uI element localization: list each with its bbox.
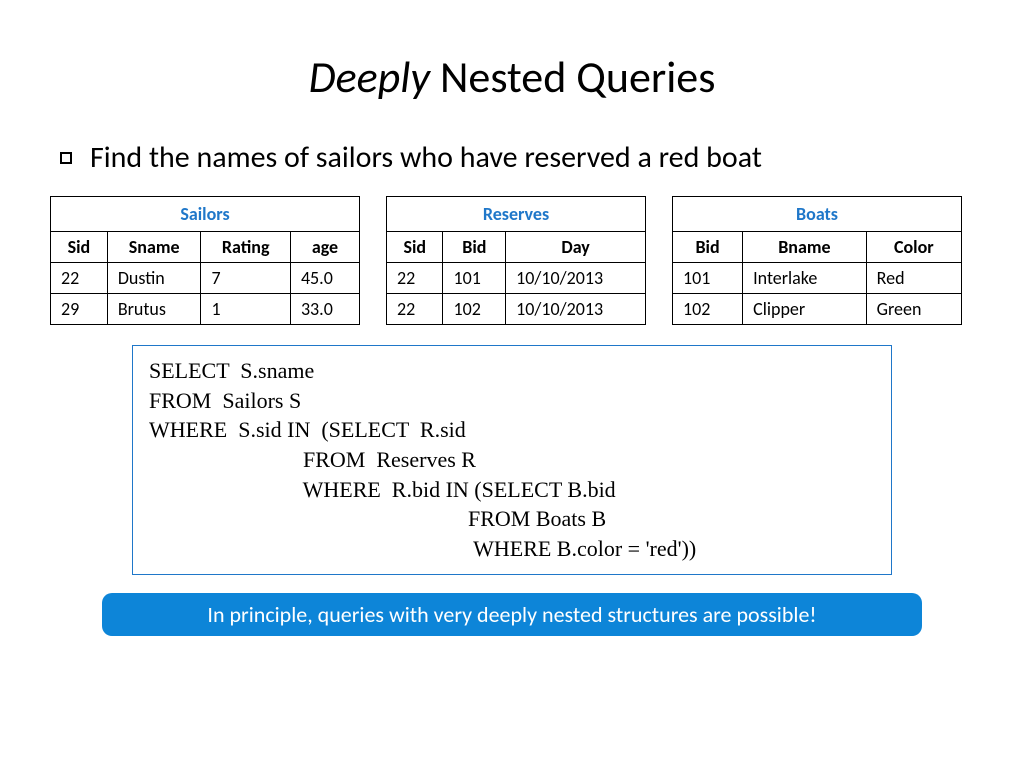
cell: 10/10/2013 (506, 294, 646, 325)
cell: 102 (443, 294, 506, 325)
cell: 1 (201, 294, 290, 325)
col-header: Color (866, 232, 961, 263)
cell: Dustin (107, 263, 201, 294)
sql-box: SELECT S.sname FROM Sailors S WHERE S.si… (132, 345, 892, 575)
cell: Red (866, 263, 961, 294)
table-header-row: Sid Bid Day (387, 232, 646, 263)
footer-banner: In principle, queries with very deeply n… (102, 593, 922, 636)
cell: 22 (51, 263, 108, 294)
col-header: Bid (443, 232, 506, 263)
cell: 22 (387, 263, 443, 294)
col-header: Sid (51, 232, 108, 263)
cell: 45.0 (290, 263, 359, 294)
table-row: 102 Clipper Green (673, 294, 962, 325)
cell: Interlake (743, 263, 867, 294)
col-header: age (290, 232, 359, 263)
cell: 22 (387, 294, 443, 325)
col-header: Sid (387, 232, 443, 263)
cell: 10/10/2013 (506, 263, 646, 294)
table-row: 22 Dustin 7 45.0 (51, 263, 360, 294)
col-header: Bid (673, 232, 743, 263)
cell: Green (866, 294, 961, 325)
cell: 102 (673, 294, 743, 325)
col-header: Bname (743, 232, 867, 263)
cell: Brutus (107, 294, 201, 325)
table-row: 29 Brutus 1 33.0 (51, 294, 360, 325)
sailors-caption: Sailors (50, 196, 360, 231)
bullet-square-icon (60, 152, 72, 164)
table-row: 101 Interlake Red (673, 263, 962, 294)
table-row: 22 102 10/10/2013 (387, 294, 646, 325)
title-rest: Nested Queries (430, 50, 715, 104)
boats-table: Boats Bid Bname Color 101 Interlake Red … (672, 196, 962, 325)
table-header-row: Bid Bname Color (673, 232, 962, 263)
cell: 7 (201, 263, 290, 294)
sailors-table: Sailors Sid Sname Rating age 22 Dustin 7… (50, 196, 360, 325)
cell: 101 (673, 263, 743, 294)
tables-row: Sailors Sid Sname Rating age 22 Dustin 7… (50, 196, 974, 325)
table-header-row: Sid Sname Rating age (51, 232, 360, 263)
col-header: Day (506, 232, 646, 263)
bullet-text: Find the names of sailors who have reser… (90, 140, 762, 176)
slide-title: Deeply Nested Queries (50, 50, 974, 104)
reserves-caption: Reserves (386, 196, 646, 231)
cell: Clipper (743, 294, 867, 325)
title-emphasis: Deeply (309, 50, 431, 104)
col-header: Rating (201, 232, 290, 263)
cell: 29 (51, 294, 108, 325)
cell: 101 (443, 263, 506, 294)
boats-caption: Boats (672, 196, 962, 231)
col-header: Sname (107, 232, 201, 263)
reserves-table: Reserves Sid Bid Day 22 101 10/10/2013 2… (386, 196, 646, 325)
bullet: Find the names of sailors who have reser… (60, 140, 974, 176)
table-row: 22 101 10/10/2013 (387, 263, 646, 294)
slide: Deeply Nested Queries Find the names of … (0, 0, 1024, 636)
cell: 33.0 (290, 294, 359, 325)
